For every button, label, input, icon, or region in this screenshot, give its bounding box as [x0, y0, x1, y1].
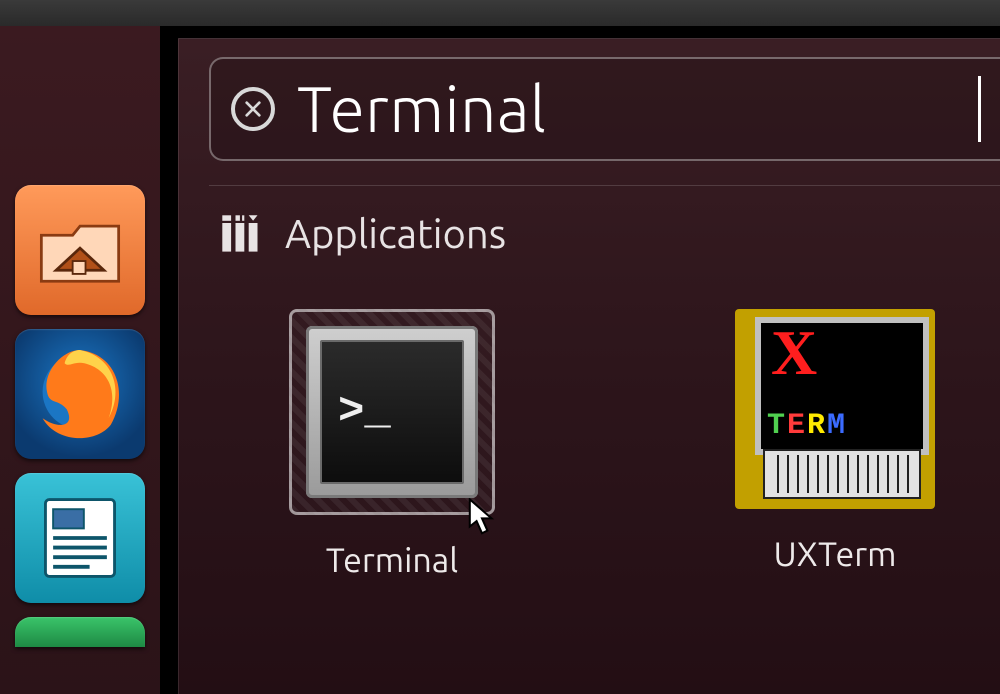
writer-document-icon — [32, 490, 128, 586]
section-header: Applications — [219, 211, 506, 256]
launcher-item-partial[interactable] — [15, 617, 145, 647]
launcher-item-writer[interactable] — [15, 473, 145, 603]
applications-category-icon — [219, 212, 263, 256]
home-folder-icon — [34, 204, 126, 296]
result-label: Terminal — [326, 541, 458, 579]
section-title: Applications — [285, 211, 506, 256]
divider — [209, 185, 1000, 186]
close-icon — [244, 100, 262, 118]
clear-search-button[interactable] — [231, 87, 275, 131]
mouse-pointer-icon — [468, 498, 496, 536]
search-input-text[interactable]: Terminal — [297, 73, 976, 145]
dash-overlay: Terminal Applications >_ — [178, 38, 1000, 694]
launcher-item-files[interactable] — [15, 185, 145, 315]
result-terminal-tile: >_ — [289, 309, 495, 515]
search-field[interactable]: Terminal — [209, 57, 1000, 161]
desktop: Terminal Applications >_ — [0, 0, 1000, 694]
launcher-item-firefox[interactable] — [15, 329, 145, 459]
uxterm-icon: X TERM — [735, 309, 935, 509]
top-panel — [0, 0, 1000, 27]
result-terminal[interactable]: >_ Terminal — [289, 309, 495, 579]
result-uxterm[interactable]: X TERM UXTerm — [735, 309, 935, 579]
text-cursor-icon — [978, 76, 981, 142]
launcher — [0, 26, 160, 694]
results-grid: >_ Terminal X TERM UXTerm — [289, 309, 935, 579]
firefox-icon — [25, 339, 135, 449]
terminal-icon: >_ — [306, 326, 478, 498]
result-label: UXTerm — [774, 535, 897, 573]
